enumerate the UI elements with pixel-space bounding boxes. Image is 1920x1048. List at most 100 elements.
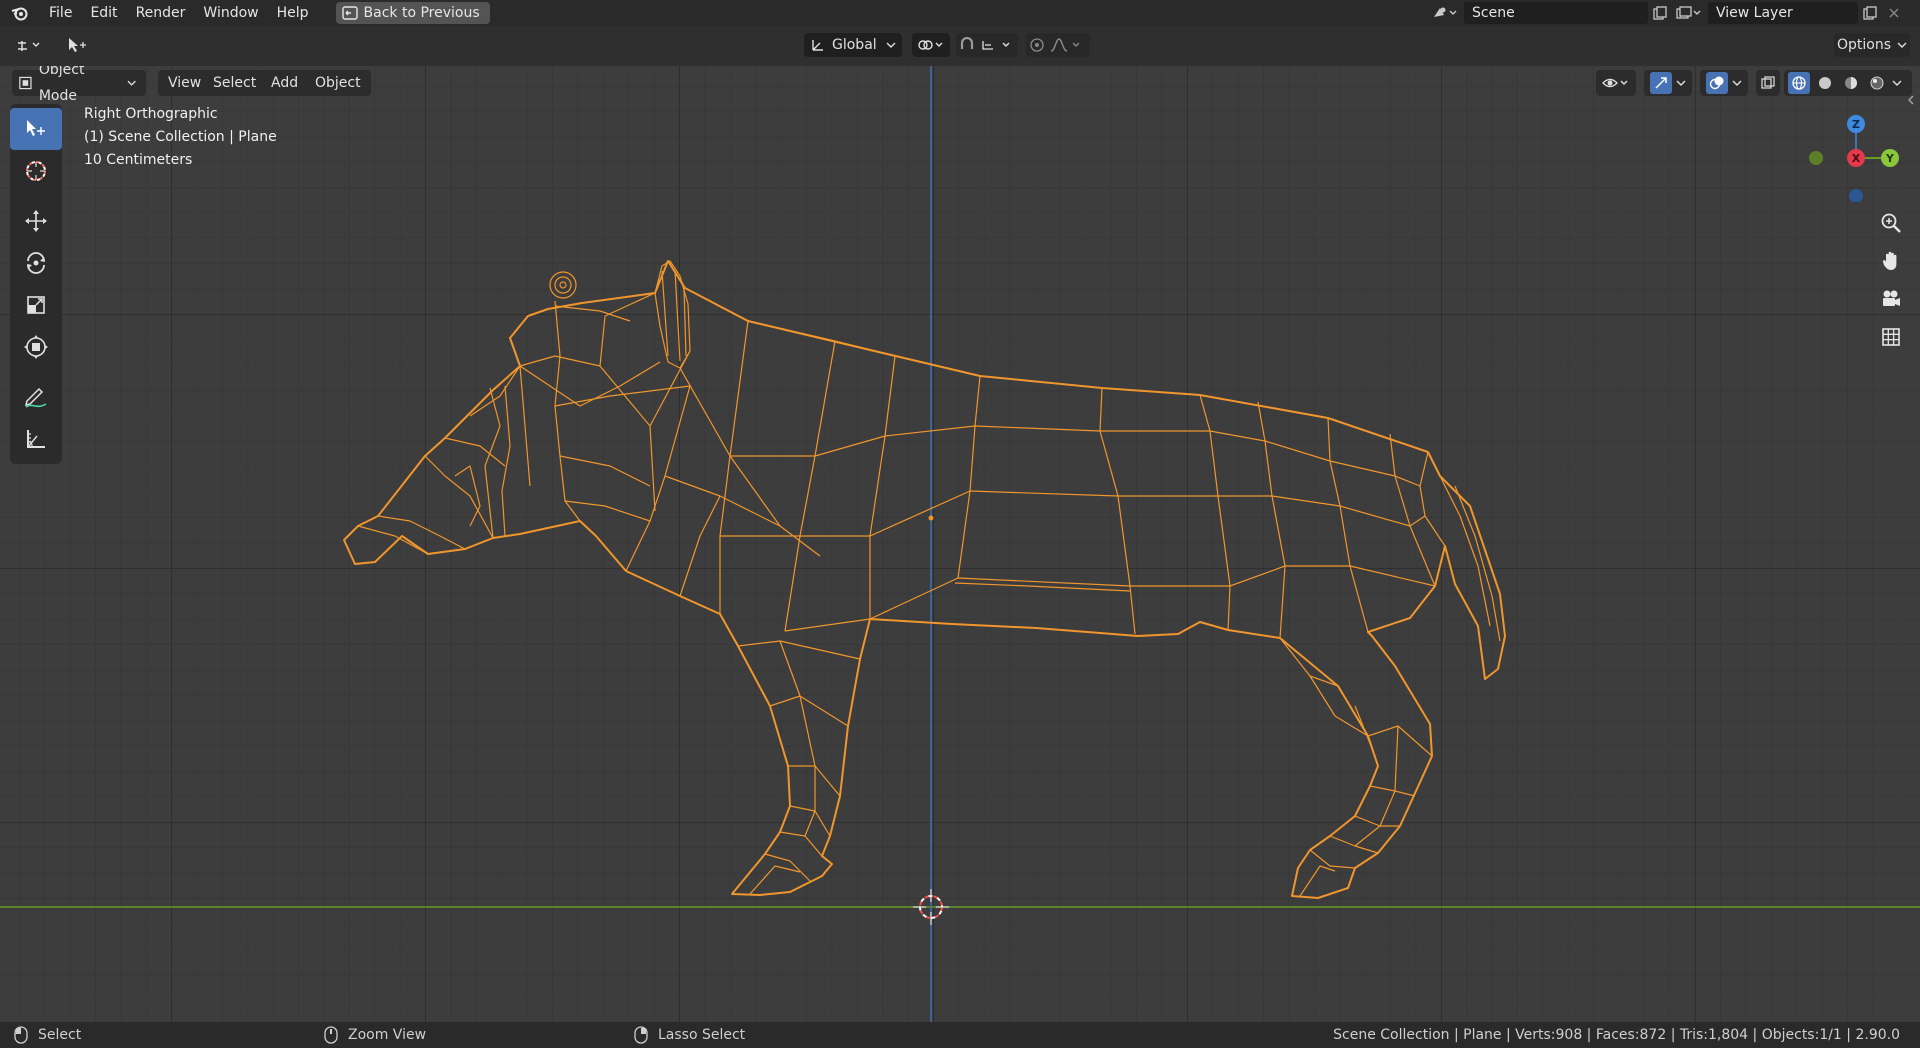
ruler-measure-icon (27, 430, 45, 448)
rotate-tool[interactable] (10, 242, 62, 284)
grid-ortho-icon (1882, 328, 1900, 346)
snapping-controls[interactable] (956, 33, 1018, 57)
view-name-label: Right Orthographic (84, 106, 218, 122)
camera-icon (1883, 290, 1900, 306)
cursor-select-icon (69, 38, 86, 52)
status-hint-select: Select (14, 1026, 81, 1044)
blender-logo-icon[interactable] (0, 0, 40, 26)
pivot-point-dropdown[interactable] (912, 33, 950, 57)
chevron-down-icon (1676, 80, 1686, 86)
chevron-down-icon (1732, 80, 1742, 86)
material-preview-icon[interactable] (1840, 72, 1862, 94)
options-dropdown[interactable]: Options (1834, 33, 1910, 57)
scene-statistics: Scene Collection | Plane | Verts:908 | F… (1333, 1027, 1900, 1043)
view-layer-browse-icon[interactable] (1670, 2, 1708, 24)
options-label: Options (1836, 37, 1892, 53)
transform-tool[interactable] (10, 326, 62, 368)
rotate-icon (27, 252, 45, 274)
orientation-axes-icon (812, 40, 823, 51)
grid-scale-label: 10 Centimeters (84, 152, 193, 168)
shading-mode-buttons (1784, 70, 1912, 96)
new-view-layer-icon[interactable] (1858, 2, 1882, 24)
cursor-target-icon (26, 161, 46, 181)
back-to-previous-button[interactable]: Back to Previous (335, 2, 490, 24)
move-tool[interactable] (10, 200, 62, 242)
mouse-left-icon (14, 1026, 28, 1044)
status-select-label: Select (38, 1027, 82, 1043)
tool-header: Global Options (0, 26, 1920, 66)
menu-help[interactable]: Help (268, 0, 318, 26)
xray-toggle[interactable] (1756, 70, 1780, 96)
annotate-tool[interactable] (10, 376, 62, 418)
gizmo-y-label: Y (1885, 152, 1895, 165)
navigation-gizmo[interactable]: Z Y X (1800, 102, 1900, 202)
status-zoom-label: Zoom View (348, 1027, 427, 1043)
axis-editor-icon (18, 41, 40, 51)
menu-window[interactable]: Window (194, 0, 267, 26)
viewport-menu-select[interactable]: Select (203, 70, 267, 96)
editor-type-button[interactable] (10, 33, 50, 57)
collection-label: (1) Scene Collection | Plane (84, 129, 277, 145)
overlays-icon (1706, 72, 1728, 94)
chevron-down-icon[interactable] (1892, 79, 1902, 87)
selectability-visibility-dropdown[interactable] (1596, 70, 1636, 96)
pivot-link-icon (918, 40, 943, 50)
toggle-perspective-button[interactable] (1876, 322, 1906, 352)
view-layer-name-field[interactable]: View Layer (1708, 2, 1858, 24)
camera-view-button[interactable] (1876, 284, 1906, 314)
gizmo-toggle[interactable] (1644, 70, 1692, 96)
chevron-down-icon (1897, 42, 1907, 48)
menu-render[interactable]: Render (127, 0, 195, 26)
scene-canvas (0, 66, 1920, 1022)
pencil-annotate-icon (24, 387, 47, 408)
viewport-menu-object[interactable]: Object (305, 70, 371, 96)
pan-view-button[interactable] (1876, 246, 1906, 276)
measure-tool[interactable] (10, 418, 62, 460)
magnet-snap-icon (960, 37, 1010, 50)
3d-viewport[interactable]: Object Mode View Select Add Object Right… (0, 66, 1920, 1022)
transform-icon (24, 335, 48, 359)
xray-icon (1761, 76, 1775, 89)
scene-selector: Scene (1426, 2, 1696, 24)
zoom-magnifier-icon (1881, 213, 1901, 233)
screen-back-icon (341, 6, 358, 20)
select-mode-button[interactable] (62, 33, 92, 57)
scale-tool[interactable] (10, 284, 62, 326)
viewport-menu-add[interactable]: Add (261, 70, 309, 96)
scene-name-field[interactable]: Scene (1464, 2, 1648, 24)
overlays-toggle[interactable] (1700, 70, 1748, 96)
zoom-view-button[interactable] (1876, 208, 1906, 238)
scene-browse-icon[interactable] (1426, 2, 1464, 24)
status-bar: Select Zoom View Lasso Select Scene Coll… (0, 1022, 1920, 1048)
gizmo-x-label: X (1852, 152, 1861, 165)
transform-orientation-dropdown[interactable]: Global (804, 33, 902, 57)
chevron-down-icon (127, 80, 136, 86)
mouse-right-icon (634, 1026, 648, 1044)
status-hint-lasso: Lasso Select (634, 1026, 745, 1044)
delete-view-layer-icon[interactable] (1882, 2, 1906, 24)
mouse-middle-icon (324, 1026, 338, 1044)
object-mode-dropdown[interactable]: Object Mode (12, 66, 146, 104)
status-hint-zoom: Zoom View (324, 1026, 426, 1044)
menu-edit[interactable]: Edit (81, 0, 126, 26)
proportional-falloff-icon (1030, 38, 1080, 52)
rendered-shading-icon[interactable] (1866, 72, 1888, 94)
gizmo-z-label: Z (1852, 118, 1860, 131)
wireframe-shading-icon[interactable] (1788, 72, 1810, 94)
solid-shading-icon[interactable] (1814, 72, 1836, 94)
view-layer-selector: View Layer (1670, 2, 1906, 24)
object-mode-icon (19, 76, 32, 90)
proportional-editing-controls[interactable] (1026, 33, 1090, 57)
scale-icon (27, 296, 45, 314)
hand-pan-icon (1882, 251, 1897, 270)
sidebar-expand-icon[interactable] (1906, 90, 1916, 110)
object-origin-dot (928, 515, 934, 521)
select-box-tool[interactable] (10, 108, 62, 150)
status-lasso-label: Lasso Select (658, 1027, 746, 1043)
cursor-tool[interactable] (10, 150, 62, 192)
menu-file[interactable]: File (40, 0, 81, 26)
new-scene-icon[interactable] (1648, 2, 1672, 24)
transform-orientation-label: Global (832, 37, 877, 53)
gizmo-icon (1650, 72, 1672, 94)
eye-icon (1602, 78, 1628, 88)
